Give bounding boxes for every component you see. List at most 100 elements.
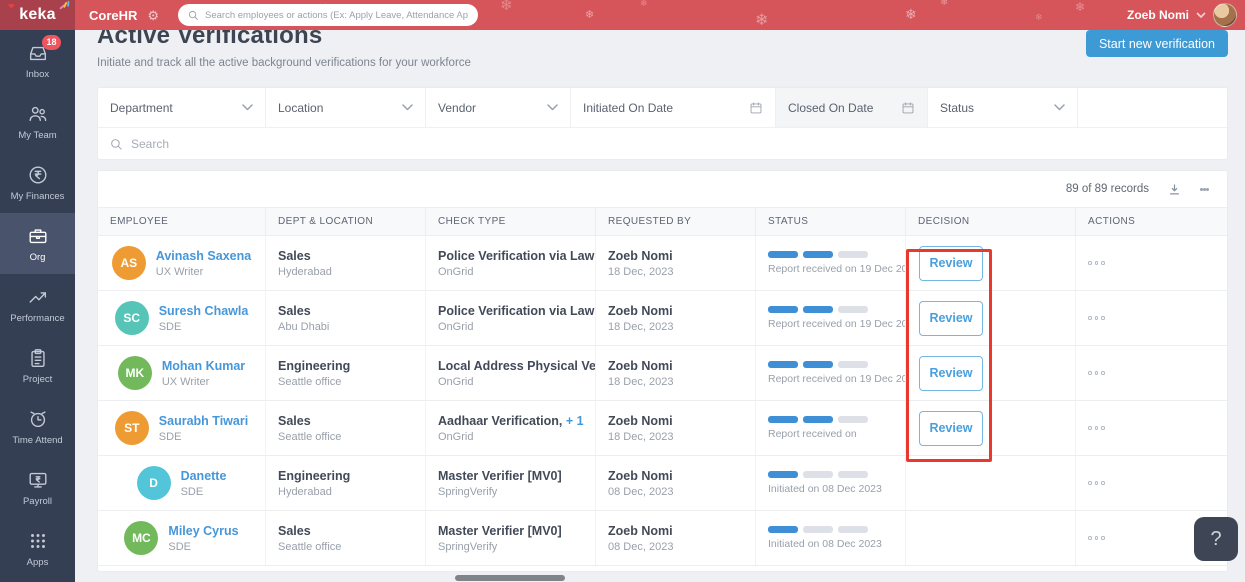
sidebar-item-org[interactable]: Org (0, 213, 75, 274)
employee-name-link[interactable]: Miley Cyrus (168, 524, 238, 538)
snowflake-icon (905, 6, 917, 23)
topbar: ❤ keka CoreHR ⚙ Zoeb Nomi (0, 0, 1245, 30)
column-header: REQUESTED BY (596, 208, 756, 235)
sidebar-item-payroll[interactable]: Payroll (0, 457, 75, 518)
sidebar-item-label: Org (29, 251, 46, 263)
filter-vendor[interactable]: Vendor (426, 88, 571, 127)
review-button[interactable]: Review (919, 245, 983, 281)
employee-name-link[interactable]: Avinash Saxena (156, 249, 251, 263)
employee-name-link[interactable]: Saurabh Tiwari (159, 414, 248, 428)
column-header: DECISION (906, 208, 1076, 235)
sidebar-item-performance[interactable]: Performance (0, 274, 75, 335)
row-actions-menu[interactable] (1088, 422, 1215, 434)
employee-avatar: SC (114, 301, 149, 335)
requested-date: 18 Dec, 2023 (608, 430, 674, 443)
table-row: D Danette SDE Engineering Hyderabad Mast… (98, 456, 1227, 511)
review-button[interactable]: Review (919, 355, 983, 391)
horizontal-scrollbar[interactable] (455, 575, 565, 581)
row-actions-menu[interactable] (1088, 312, 1215, 324)
location: Hyderabad (278, 485, 332, 498)
requested-date: 08 Dec, 2023 (608, 540, 674, 553)
gear-icon[interactable]: ⚙ (147, 9, 159, 22)
vendor: OnGrid (438, 375, 474, 388)
filter-label: Initiated On Date (583, 100, 674, 115)
product-name[interactable]: CoreHR (89, 8, 137, 23)
employee-name-link[interactable]: Mohan Kumar (162, 359, 245, 373)
global-search (178, 4, 478, 26)
start-new-verification-button[interactable]: Start new verification (1085, 30, 1228, 57)
status-text: Report received on 19 Dec 2023 (768, 263, 906, 275)
location: Abu Dhabi (278, 320, 330, 333)
filter-closed-on-date[interactable]: Closed On Date (776, 88, 928, 127)
sparkle-icon (59, 0, 70, 10)
location: Seattle office (278, 430, 342, 443)
snowflake-icon (755, 10, 768, 30)
employee-avatar: MC (124, 521, 159, 555)
requested-by: Zoeb Nomi (608, 358, 673, 373)
column-header: EMPLOYEE (98, 208, 266, 235)
chevron-down-icon (1054, 104, 1065, 111)
download-icon[interactable] (1167, 182, 1182, 197)
progress-bar (768, 361, 893, 368)
kebab-menu-icon[interactable] (1200, 186, 1209, 193)
sidebar: 18 Inbox My Team My Finances Org Perform… (0, 30, 75, 582)
help-button[interactable]: ? (1194, 517, 1238, 561)
row-actions-menu[interactable] (1088, 367, 1215, 379)
review-button[interactable]: Review (919, 300, 983, 336)
requested-by: Zoeb Nomi (608, 248, 673, 263)
sidebar-item-label: Time Attend (12, 434, 63, 446)
filter-label: Status (940, 100, 975, 115)
row-actions-menu[interactable] (1088, 477, 1215, 489)
vendor: SpringVerify (438, 485, 498, 498)
filter-location[interactable]: Location (266, 88, 426, 127)
user-menu[interactable]: Zoeb Nomi (1127, 0, 1237, 30)
department: Engineering (278, 358, 351, 373)
status-text: Initiated on 08 Dec 2023 (768, 483, 882, 495)
sidebar-item-project[interactable]: Project (0, 335, 75, 396)
requested-by: Zoeb Nomi (608, 523, 673, 538)
snowflake-icon (1035, 12, 1043, 23)
filter-label: Department (110, 100, 173, 115)
employee-name-link[interactable]: Danette (181, 469, 227, 483)
sidebar-item-apps[interactable]: Apps (0, 518, 75, 579)
table-search (98, 128, 1227, 160)
sidebar-item-inbox[interactable]: 18 Inbox (0, 30, 75, 91)
chevron-down-icon (402, 104, 413, 111)
filter-status[interactable]: Status (928, 88, 1078, 127)
chevron-down-icon (242, 104, 253, 111)
records-row: 89 of 89 records (98, 171, 1227, 207)
table-header: EMPLOYEE DEPT & LOCATION CHECK TYPE REQUEST… (98, 207, 1227, 236)
vendor: SpringVerify (438, 540, 498, 553)
employee-role: SDE (158, 320, 182, 333)
filter-initiated-on-date[interactable]: Initiated On Date (571, 88, 776, 127)
more-checks-link[interactable]: + 1 (562, 414, 584, 428)
table-search-input[interactable] (131, 137, 1215, 151)
location: Seattle office (278, 375, 342, 388)
review-button[interactable]: Review (919, 410, 983, 446)
search-icon (111, 138, 122, 150)
chevron-down-icon (547, 104, 558, 111)
global-search-input[interactable] (205, 9, 468, 21)
calendar-icon (901, 101, 915, 115)
snowflake-icon (1075, 0, 1085, 14)
department: Sales (278, 303, 311, 318)
sidebar-item-time-attend[interactable]: Time Attend (0, 396, 75, 457)
row-actions-menu[interactable] (1088, 257, 1215, 269)
avatar[interactable] (1213, 3, 1237, 27)
sidebar-item-my-team[interactable]: My Team (0, 91, 75, 152)
snowflake-icon (500, 0, 513, 14)
finances-icon (27, 164, 49, 186)
table-row: MK Mohan Kumar UX Writer Engineering Sea… (98, 346, 1227, 401)
requested-date: 18 Dec, 2023 (608, 320, 674, 333)
filter-department[interactable]: Department (98, 88, 266, 127)
vendor: OnGrid (438, 265, 474, 278)
employee-role: SDE (158, 430, 182, 443)
table-row: ST Saurabh Tiwari SDE Sales Seattle offi… (98, 401, 1227, 456)
payroll-icon (27, 469, 49, 491)
sidebar-item-my-finances[interactable]: My Finances (0, 152, 75, 213)
employee-name-link[interactable]: Suresh Chawla (159, 304, 249, 318)
column-header: ACTIONS (1088, 216, 1136, 227)
keka-logo[interactable]: ❤ keka (0, 0, 75, 30)
records-summary: 89 of 89 records (1065, 183, 1149, 195)
filter-label: Location (278, 100, 324, 115)
